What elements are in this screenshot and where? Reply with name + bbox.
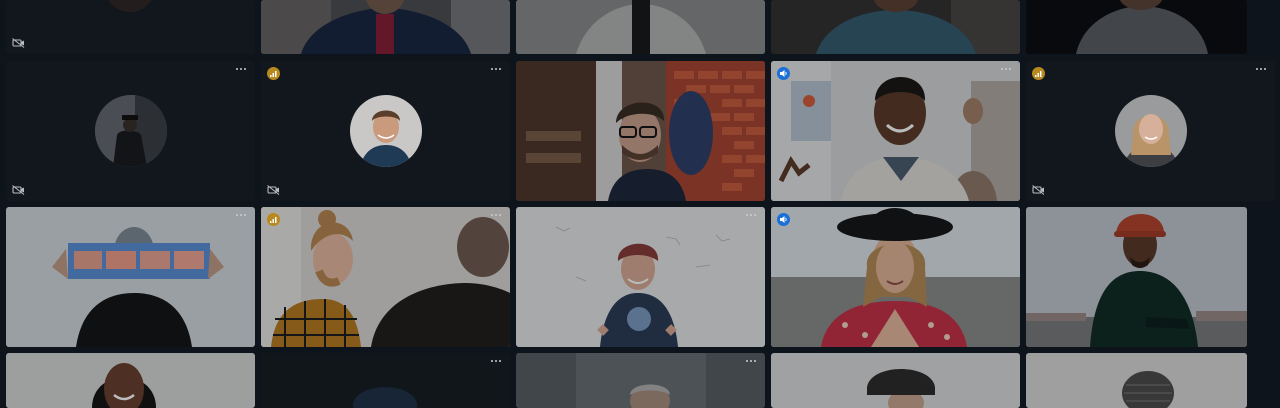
participant-tile-r2c1[interactable]: [6, 61, 255, 201]
participant-tile-r2c2[interactable]: [261, 61, 510, 201]
participant-video: [771, 207, 1020, 347]
participant-tile-r3c1[interactable]: [6, 207, 255, 347]
participant-tile-r2c4[interactable]: [771, 61, 1020, 201]
participant-tile-r4c5[interactable]: [1026, 353, 1247, 408]
participant-video: [1026, 353, 1247, 408]
more-options-button[interactable]: [743, 210, 759, 224]
participant-video: [771, 61, 1020, 201]
more-options-button[interactable]: [488, 64, 504, 78]
participant-video: [261, 207, 510, 347]
signal-icon: [267, 67, 280, 80]
participant-tile-r2c5[interactable]: [1026, 61, 1275, 201]
more-options-button[interactable]: [233, 64, 249, 78]
participant-tile-r1c3[interactable]: [516, 0, 765, 54]
participant-tile-r4c2[interactable]: [261, 353, 510, 408]
participant-tile-r2c3[interactable]: [516, 61, 765, 201]
avatar: [349, 95, 422, 167]
participant-tile-r3c5[interactable]: [1026, 207, 1247, 347]
video-call-gallery: [0, 0, 1280, 408]
participant-tile-r1c1[interactable]: [6, 0, 255, 54]
more-options-button[interactable]: [488, 210, 504, 224]
more-options-button[interactable]: [998, 64, 1014, 78]
participant-tile-r4c3[interactable]: [516, 353, 765, 408]
participant-video: [516, 207, 765, 347]
participant-video: [6, 353, 255, 408]
signal-icon: [267, 213, 280, 226]
camera-off-placeholder: [6, 0, 255, 54]
participant-tile-r4c1[interactable]: [6, 353, 255, 408]
participant-tile-r3c3[interactable]: [516, 207, 765, 347]
participant-tile-r3c4[interactable]: [771, 207, 1020, 347]
speaker-icon: [777, 213, 790, 226]
participant-video: [1026, 0, 1247, 54]
participant-video: [6, 207, 255, 347]
participant-video: [261, 353, 510, 408]
participant-video: [1026, 207, 1247, 347]
avatar: [1114, 95, 1187, 167]
participant-video: [516, 0, 765, 54]
video-off-icon: [267, 185, 280, 195]
participant-video: [771, 353, 1020, 408]
speaker-icon: [777, 67, 790, 80]
participant-tile-r1c2[interactable]: [261, 0, 510, 54]
participant-video: [516, 61, 765, 201]
participant-video: [516, 353, 765, 408]
more-options-button[interactable]: [233, 210, 249, 224]
participant-video: [261, 0, 510, 54]
participant-tile-r3c2[interactable]: [261, 207, 510, 347]
video-off-icon: [12, 185, 25, 195]
signal-icon: [1032, 67, 1045, 80]
participant-tile-r1c5[interactable]: [1026, 0, 1247, 54]
participant-tile-r1c4[interactable]: [771, 0, 1020, 54]
participant-tile-r4c4[interactable]: [771, 353, 1020, 408]
participant-video: [771, 0, 1020, 54]
video-off-icon: [12, 38, 25, 48]
more-options-button[interactable]: [488, 356, 504, 370]
video-off-icon: [1032, 185, 1045, 195]
avatar: [94, 95, 167, 167]
more-options-button[interactable]: [1253, 64, 1269, 78]
more-options-button[interactable]: [743, 356, 759, 370]
